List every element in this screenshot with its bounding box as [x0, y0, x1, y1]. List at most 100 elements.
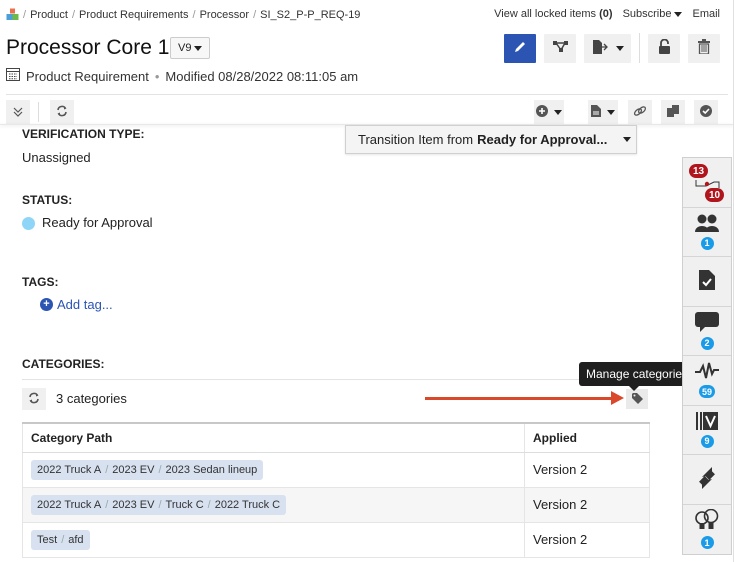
ideas-lightbulb-icon: [694, 508, 720, 534]
table-row: Test / afd Version 2: [22, 522, 650, 558]
category-path-cell: Test / afd: [22, 522, 525, 558]
status-value[interactable]: Ready for Approval: [22, 215, 153, 231]
breadcrumb-separator: /: [23, 8, 27, 21]
item-meta: Product Requirement • Modified 08/28/202…: [6, 68, 358, 84]
categories-divider: [22, 379, 650, 380]
category-path-cell: 2022 Truck A/2023 EV/2023 Sedan lineup: [22, 452, 525, 488]
item-actions: [504, 33, 734, 63]
category-segment: afd: [68, 533, 84, 546]
upstream-count-badge: 13: [689, 164, 709, 178]
category-path-pill[interactable]: Test / afd: [31, 529, 90, 550]
category-path-cell: 2022 Truck A/2023 EV / Truck C/2022 Truck …: [22, 487, 525, 523]
manage-categories-tooltip: Manage categories: [579, 362, 696, 391]
category-segment: 2023 Sedan lineup: [165, 463, 258, 476]
lock-button[interactable]: [648, 33, 680, 63]
view-locked-items-link[interactable]: View all locked items (0): [494, 8, 612, 20]
category-segment: Truck C: [165, 498, 204, 511]
verification-type-label: VERIFICATION TYPE:: [22, 127, 145, 141]
column-header-applied[interactable]: Applied: [524, 422, 650, 453]
unlock-icon: [658, 38, 671, 57]
tree-icon: [552, 40, 568, 56]
document-dropdown-button[interactable]: [588, 100, 618, 124]
subscribe-dropdown[interactable]: Subscribe: [623, 8, 683, 20]
caret-down-icon: [554, 109, 562, 115]
categories-count: 3 categories: [56, 391, 127, 406]
path-separator: /: [105, 463, 109, 476]
locked-items-label: View all locked items: [494, 8, 597, 20]
edit-button[interactable]: [504, 33, 536, 63]
refresh-button[interactable]: [50, 100, 74, 124]
header-divider: [6, 94, 728, 95]
activity-icon: [695, 362, 719, 383]
categories-refresh-button[interactable]: [22, 388, 46, 410]
category-segment: 2022 Truck A: [37, 498, 102, 511]
export-icon: [592, 39, 608, 57]
status-text: Ready for Approval: [42, 215, 153, 230]
divider: [639, 33, 640, 63]
review-document-icon: [699, 269, 715, 293]
link-icon: [633, 105, 647, 120]
transition-dropdown[interactable]: Transition Item from Ready for Approval.…: [345, 125, 637, 154]
version-label: V9: [178, 42, 192, 54]
collapse-all-icon: [13, 105, 23, 120]
breadcrumb-separator: /: [253, 8, 257, 21]
add-dropdown-button[interactable]: [534, 100, 564, 124]
path-separator: /: [158, 463, 162, 476]
side-panel-users[interactable]: 1: [683, 208, 731, 257]
breadcrumb-item-processor[interactable]: Processor: [200, 9, 250, 21]
side-panel-review[interactable]: [683, 257, 731, 307]
categories-table: Category Path Applied 2022 Truck A/2023 …: [22, 422, 650, 558]
status-color-dot: [22, 217, 35, 231]
ideas-count-badge: 1: [700, 536, 714, 550]
document-icon: [591, 104, 601, 120]
top-links: View all locked items (0) Subscribe Emai…: [494, 8, 720, 20]
side-panel-ideas[interactable]: 1: [683, 505, 731, 555]
side-panel-activity[interactable]: 59: [683, 356, 731, 406]
category-path-pill[interactable]: 2022 Truck A/2023 EV/2023 Sedan lineup: [31, 459, 264, 480]
collapse-all-button[interactable]: [6, 100, 30, 124]
locked-items-count: (0): [599, 8, 613, 20]
breadcrumb-item-product[interactable]: Product: [30, 9, 68, 21]
category-segment: 2022 Truck A: [37, 463, 102, 476]
side-panel-relationships[interactable]: 13 10: [683, 158, 731, 208]
email-link[interactable]: Email: [692, 8, 720, 20]
side-panel-sync[interactable]: [683, 455, 731, 505]
subscribe-label: Subscribe: [622, 8, 672, 20]
side-panel-comments[interactable]: 2: [683, 307, 731, 356]
pencil-icon: [513, 40, 527, 57]
trash-icon: [698, 39, 710, 57]
annotation-arrow-head: [611, 391, 624, 405]
path-separator: /: [158, 498, 162, 511]
annotation-arrow-line: [425, 397, 613, 400]
versions-count-badge: 9: [700, 434, 714, 448]
review-button[interactable]: [694, 100, 718, 124]
copy-button[interactable]: [661, 100, 685, 124]
category-path-pill[interactable]: 2022 Truck A/2023 EV / Truck C/2022 Truck …: [31, 494, 287, 515]
comment-icon: [695, 311, 719, 335]
transition-status: Ready for Approval...: [477, 132, 608, 147]
tags-label: TAGS:: [22, 275, 59, 289]
caret-down-icon: [674, 11, 683, 17]
path-separator: /: [105, 498, 109, 511]
column-header-category-path[interactable]: Category Path: [22, 422, 525, 453]
item-type-icon: [6, 68, 20, 84]
downstream-count-badge: 10: [705, 188, 725, 202]
path-separator: /: [61, 533, 65, 546]
separator-dot: •: [154, 68, 160, 84]
relationships-button[interactable]: [544, 33, 576, 63]
breadcrumb-item-product-requirements[interactable]: Product Requirements: [79, 9, 188, 21]
delete-button[interactable]: [688, 33, 720, 63]
applied-cell: Version 2: [524, 487, 650, 523]
status-label: STATUS:: [22, 193, 73, 207]
project-home-icon[interactable]: [6, 8, 19, 21]
link-button[interactable]: [628, 100, 652, 124]
version-dropdown[interactable]: V9: [170, 37, 211, 59]
table-row: 2022 Truck A/2023 EV/2023 Sedan lineup V…: [22, 452, 650, 488]
side-panel-versions[interactable]: 9: [683, 406, 731, 455]
comments-count-badge: 2: [700, 336, 714, 350]
export-dropdown-button[interactable]: [584, 33, 631, 63]
add-tag-link[interactable]: + Add tag...: [40, 297, 113, 312]
verification-type-value[interactable]: Unassigned: [22, 150, 91, 165]
refresh-icon: [56, 105, 68, 120]
manage-categories-button[interactable]: [626, 389, 648, 409]
